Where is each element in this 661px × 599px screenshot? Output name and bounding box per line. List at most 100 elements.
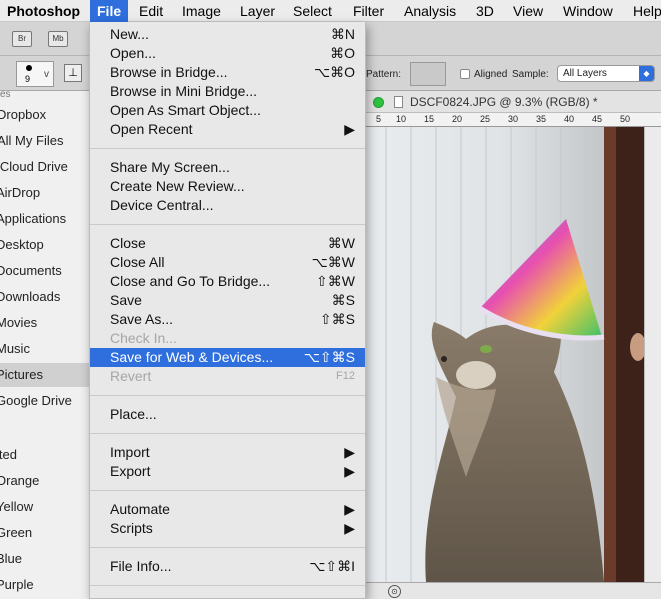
- pattern-label: Pattern:: [366, 69, 402, 80]
- ruler-label: 20: [452, 114, 463, 124]
- mini-bridge-button[interactable]: Mb: [48, 31, 68, 47]
- sidebar-item-desktop[interactable]: Desktop: [0, 233, 89, 257]
- status-bar: ⊙: [366, 582, 661, 599]
- menu-item-new[interactable]: New... ⌘N: [90, 25, 365, 44]
- sample-select-value: All Layers: [563, 68, 607, 79]
- ruler-label: 10: [396, 114, 407, 124]
- submenu-arrow-icon: ▶: [344, 520, 355, 536]
- menu-item-file-info[interactable]: File Info... ⌥⇧⌘I: [90, 557, 365, 576]
- brush-picker[interactable]: 9 v: [16, 61, 54, 87]
- menu-item-browse-in-bridge[interactable]: Browse in Bridge... ⌥⌘O: [90, 63, 365, 82]
- brush-size: 9: [25, 74, 31, 84]
- ruler-label: 35: [536, 114, 547, 124]
- sidebar-item-documents[interactable]: Documents: [0, 259, 89, 283]
- aligned-checkbox[interactable]: [460, 69, 470, 79]
- document-window: DSCF0824.JPG @ 9.3% (RGB/8) * 5 10 15 20…: [366, 91, 661, 599]
- menu-item-revert: Revert F12: [110, 368, 355, 384]
- menu-item-place[interactable]: Place...: [90, 405, 365, 424]
- menu-separator: [90, 395, 365, 396]
- ruler-label: 45: [592, 114, 603, 124]
- sidebar-item-google-drive[interactable]: Google Drive: [0, 389, 89, 413]
- menu-item-open[interactable]: Open... ⌘O: [90, 44, 365, 63]
- submenu-arrow-icon: ▶: [344, 463, 355, 479]
- ruler-label: 30: [508, 114, 519, 124]
- file-menu: New... ⌘N Open... ⌘O Browse in Bridge... ⌥⌘…: [89, 22, 366, 599]
- menu-3d[interactable]: 3D: [469, 0, 501, 22]
- menu-item-export[interactable]: Export ▶: [90, 462, 365, 481]
- sidebar-tag-orange[interactable]: Orange: [0, 469, 89, 493]
- sidebar-item-downloads[interactable]: Downloads: [0, 285, 89, 309]
- clone-stamp-icon[interactable]: ⊥: [64, 64, 82, 82]
- submenu-arrow-icon: ▶: [344, 121, 355, 137]
- navigator-icon[interactable]: ⊙: [388, 585, 401, 598]
- menu-view[interactable]: View: [506, 0, 550, 22]
- ruler-label: 25: [480, 114, 491, 124]
- menu-item-save[interactable]: Save ⌘S: [90, 291, 365, 310]
- menu-item-close-all[interactable]: Close All ⌥⌘W: [90, 253, 365, 272]
- sidebar-tag-blue[interactable]: Blue: [0, 547, 89, 571]
- menu-item-close[interactable]: Close ⌘W: [90, 234, 365, 253]
- menu-item-save-for-web-and-devices[interactable]: Save for Web & Devices... ⌥⇧⌘S: [90, 348, 365, 367]
- menu-select[interactable]: Select: [286, 0, 339, 22]
- zoom-window-button[interactable]: [373, 97, 384, 108]
- menu-item-close-and-go-to-bridge[interactable]: Close and Go To Bridge... ⇧⌘W: [90, 272, 365, 291]
- menu-item-share-my-screen[interactable]: Share My Screen...: [90, 158, 365, 177]
- document-icon: [394, 96, 403, 108]
- sidebar-item-music[interactable]: Music: [0, 337, 89, 361]
- sidebar-tag-purple[interactable]: Purple: [0, 573, 89, 597]
- menu-separator: [90, 585, 365, 586]
- ruler-label: 5: [376, 114, 382, 124]
- menu-photoshop[interactable]: Photoshop: [0, 0, 87, 22]
- sidebar-tag-yellow[interactable]: Yellow: [0, 495, 89, 519]
- image-canvas[interactable]: [366, 127, 644, 582]
- menu-separator: [90, 148, 365, 149]
- menu-bar: Photoshop File Edit Image Layer Select F…: [0, 0, 661, 22]
- menu-item-create-new-review[interactable]: Create New Review...: [90, 177, 365, 196]
- menu-item-browse-in-mini-bridge[interactable]: Browse in Mini Bridge...: [90, 82, 365, 101]
- menu-layer[interactable]: Layer: [233, 0, 282, 22]
- sidebar-item-pictures[interactable]: Pictures: [0, 363, 89, 387]
- chevron-down-icon: v: [44, 69, 49, 80]
- menu-file[interactable]: File: [90, 0, 129, 22]
- menu-item-import[interactable]: Import ▶: [90, 443, 365, 462]
- menu-separator: [90, 433, 365, 434]
- menu-help[interactable]: Help: [626, 0, 661, 22]
- menu-separator: [90, 547, 365, 548]
- vertical-scrollbar[interactable]: [644, 127, 661, 582]
- ruler-label: 15: [424, 114, 435, 124]
- menu-edit[interactable]: Edit: [132, 0, 170, 22]
- ruler-label: 40: [564, 114, 575, 124]
- menu-filter[interactable]: Filter: [346, 0, 391, 22]
- sample-select[interactable]: All Layers ◆: [557, 65, 655, 82]
- sidebar-item-movies[interactable]: Movies: [0, 311, 89, 335]
- document-tab[interactable]: DSCF0824.JPG @ 9.3% (RGB/8) *: [366, 91, 661, 113]
- menu-item-scripts[interactable]: Scripts ▶: [90, 519, 365, 538]
- menu-window[interactable]: Window: [556, 0, 620, 22]
- menu-item-open-as-smart-object[interactable]: Open As Smart Object...: [90, 101, 365, 120]
- finder-sidebar: es Dropbox All My Files iCloud Drive Air…: [0, 91, 90, 599]
- sample-label: Sample:: [512, 69, 549, 80]
- submenu-arrow-icon: ▶: [344, 444, 355, 460]
- sidebar-item-applications[interactable]: Applications: [0, 207, 89, 231]
- menu-item-automate[interactable]: Automate ▶: [90, 500, 365, 519]
- sidebar-item-icloud-drive[interactable]: iCloud Drive: [0, 155, 89, 179]
- menu-image[interactable]: Image: [175, 0, 228, 22]
- bridge-button[interactable]: Br: [12, 31, 32, 47]
- pattern-picker[interactable]: [410, 62, 446, 86]
- sidebar-item-all-my-files[interactable]: All My Files: [0, 129, 89, 153]
- sidebar-item-airdrop[interactable]: AirDrop: [0, 181, 89, 205]
- cat-photo: [366, 127, 644, 582]
- aligned-label: Aligned: [474, 69, 508, 80]
- menu-item-open-recent[interactable]: Open Recent ▶: [90, 120, 365, 139]
- menu-analysis[interactable]: Analysis: [397, 0, 463, 22]
- chevron-updown-icon: ◆: [639, 66, 654, 81]
- menu-separator: [90, 224, 365, 225]
- horizontal-ruler: 5 10 15 20 25 30 35 40 45 50: [366, 113, 661, 127]
- menu-item-check-in: Check In...: [110, 330, 177, 346]
- submenu-arrow-icon: ▶: [344, 501, 355, 517]
- sidebar-tag-red[interactable]: ited: [0, 443, 89, 467]
- menu-item-device-central[interactable]: Device Central...: [90, 196, 365, 215]
- menu-item-save-as[interactable]: Save As... ⇧⌘S: [90, 310, 365, 329]
- sidebar-item-dropbox[interactable]: Dropbox: [0, 103, 89, 127]
- sidebar-tag-green[interactable]: Green: [0, 521, 89, 545]
